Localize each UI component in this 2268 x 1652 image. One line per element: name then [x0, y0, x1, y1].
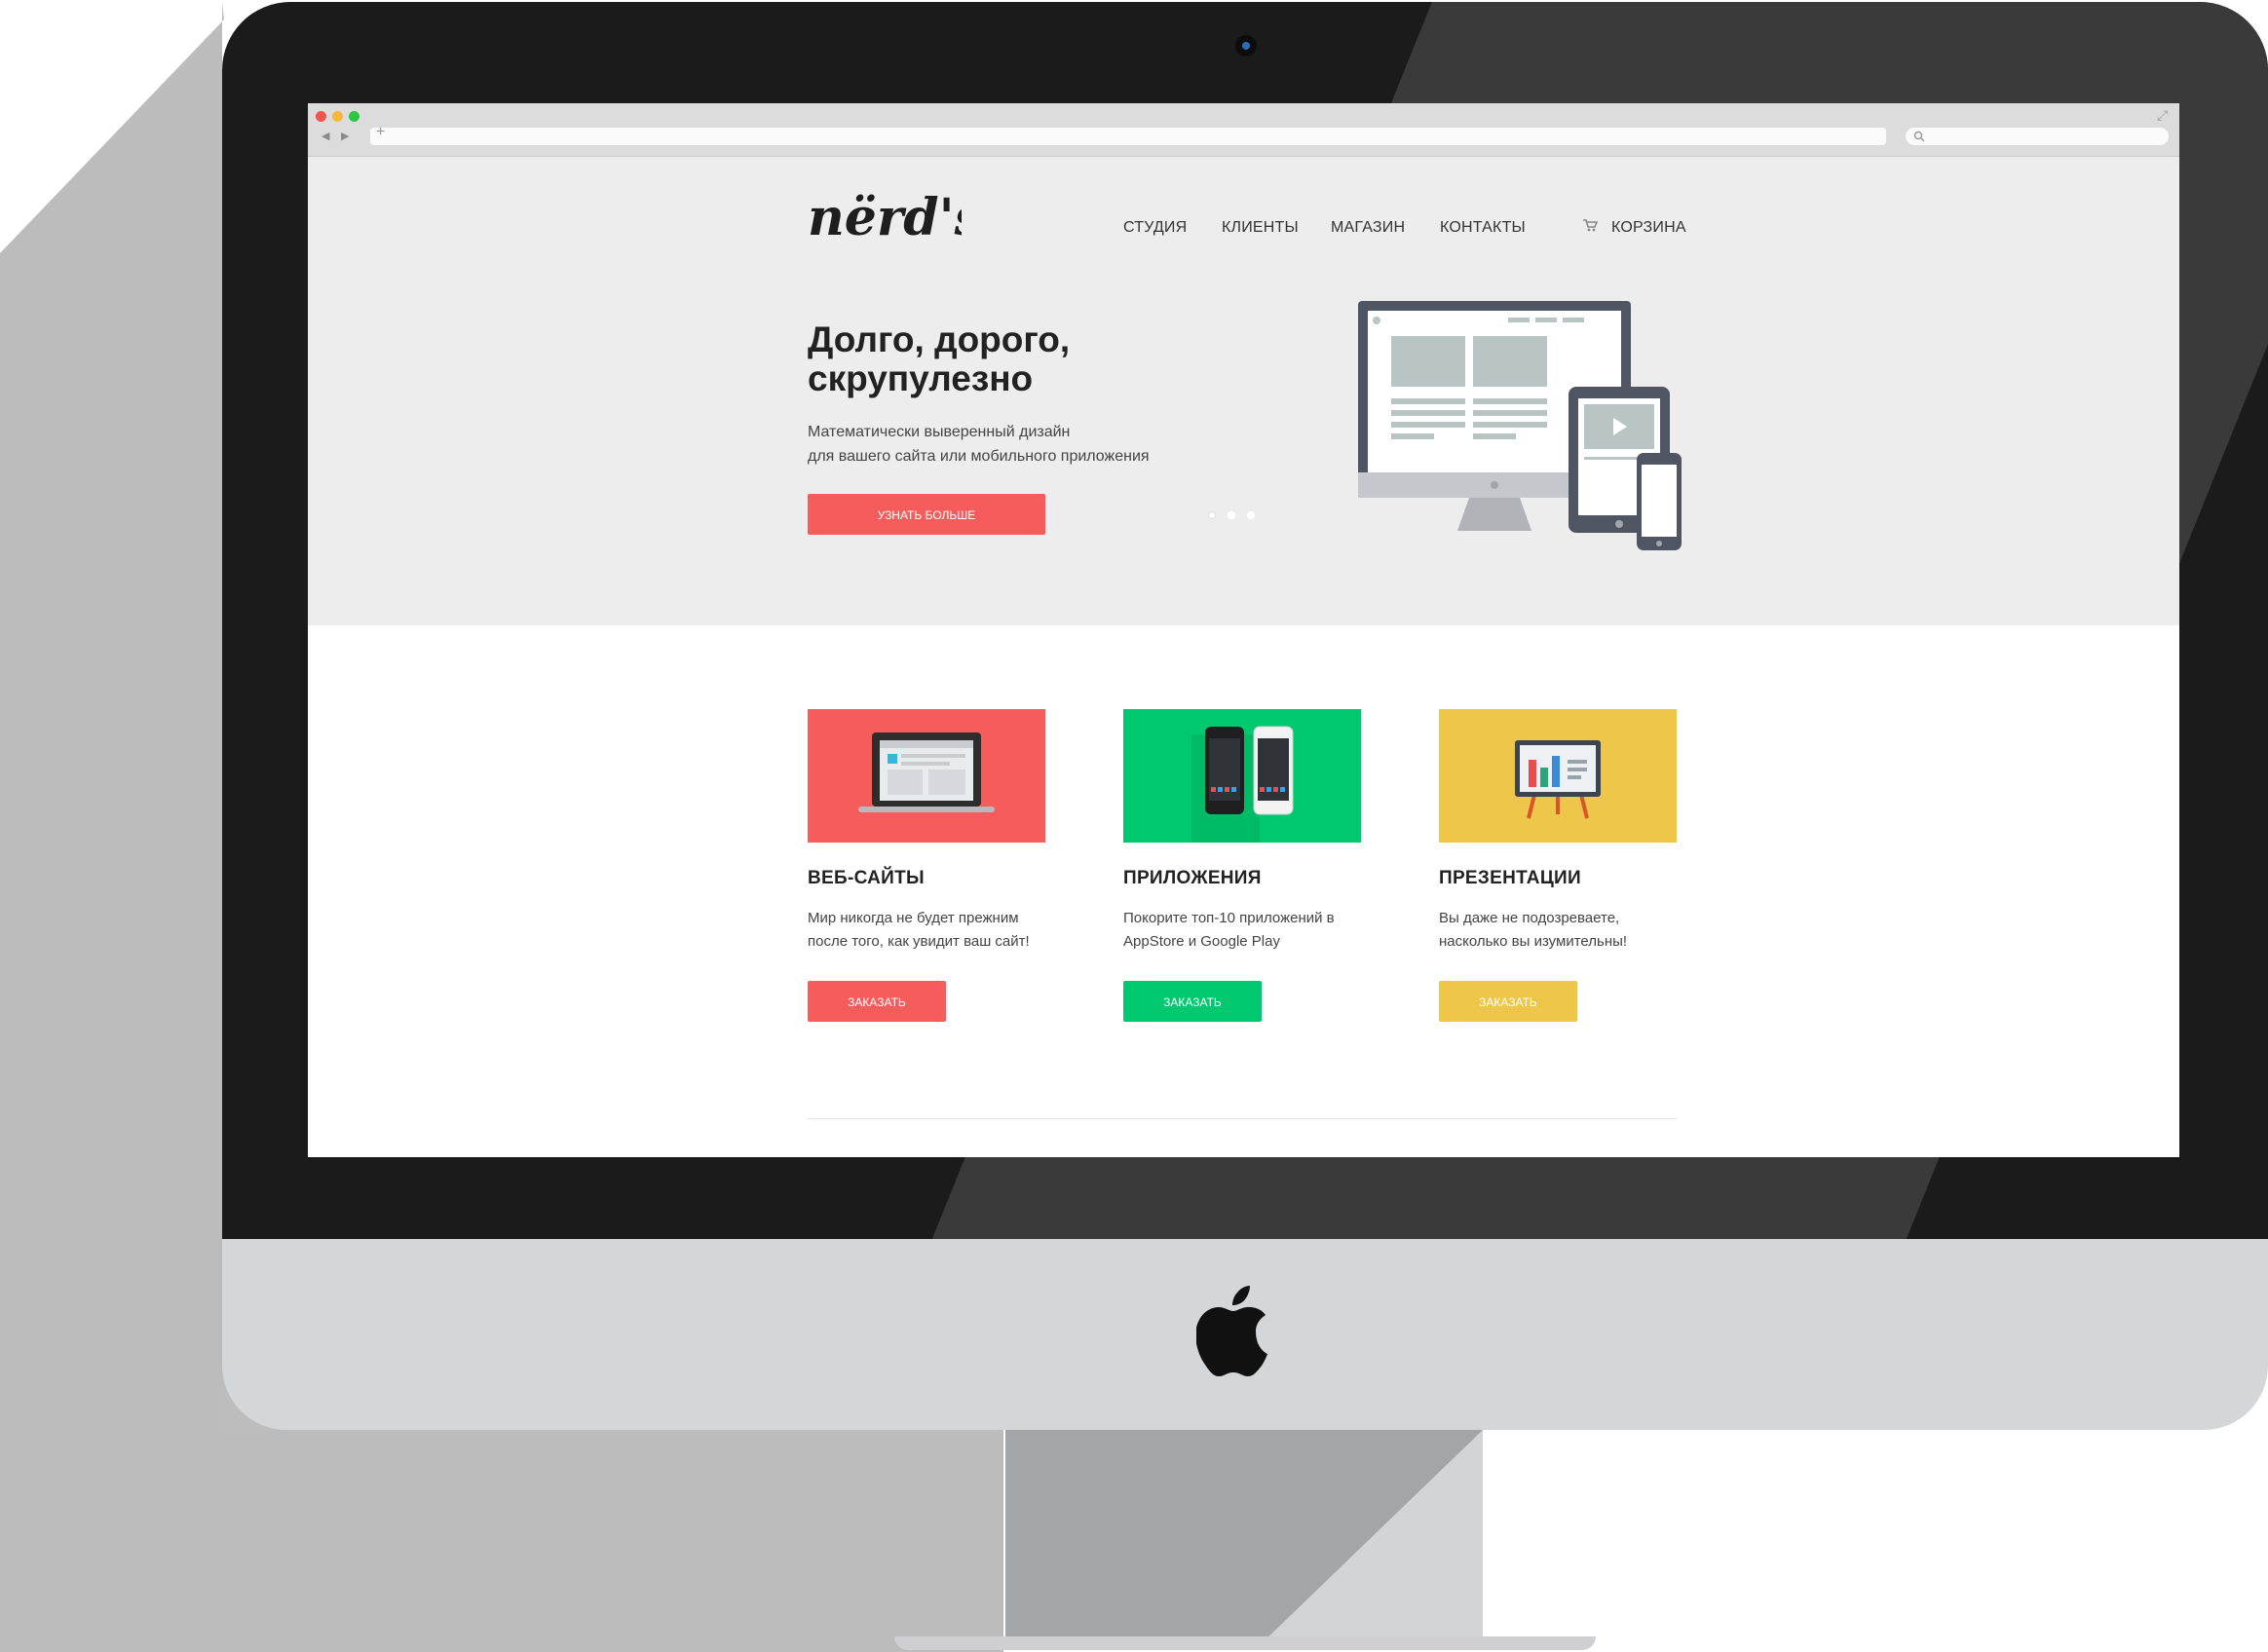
nav-item-shop[interactable]: МАГАЗИН [1331, 219, 1405, 237]
browser-search-input[interactable] [1906, 128, 2169, 145]
apple-logo-icon [1196, 1286, 1267, 1376]
service-card-apps: ПРИЛОЖЕНИЯ Покорите топ-10 приложений в … [1123, 709, 1361, 1022]
service-image [808, 709, 1045, 843]
fullscreen-icon[interactable]: ⤢ [2157, 107, 2168, 124]
hero-section: nërd's СТУДИЯ КЛИЕНТЫ МАГАЗИН КОНТАКТЫ К… [308, 157, 2179, 625]
hero-title: Долго, дорого, скрупулезно [808, 320, 1314, 398]
service-description: Вы даже не подозреваете, насколько вы из… [1439, 907, 1677, 954]
hero-title-line: Долго, дорого, [808, 319, 1071, 359]
cart-icon[interactable] [1582, 217, 1598, 233]
stand-foot [894, 1636, 1596, 1650]
maximize-window-button[interactable] [349, 111, 359, 122]
logo[interactable]: nërd's [806, 184, 962, 244]
learn-more-button[interactable]: УЗНАТЬ БОЛЬШЕ [808, 494, 1045, 535]
section-divider [808, 1118, 1677, 1119]
service-description-line: AppStore и Google Play [1123, 933, 1280, 950]
search-icon [1913, 131, 1925, 142]
smartphones-icon [1191, 726, 1294, 843]
laptop-icon [858, 732, 995, 812]
nav-item-cart[interactable]: КОРЗИНА [1611, 219, 1686, 237]
service-description-line: Мир никогда не будет прежним [808, 910, 1019, 926]
back-arrow-icon[interactable]: ◀ [321, 130, 329, 142]
service-description-line: после того, как увидит ваш сайт! [808, 933, 1030, 950]
nav-item-contacts[interactable]: КОНТАКТЫ [1440, 219, 1526, 237]
slider-dot-active[interactable] [1208, 511, 1216, 519]
nav-item-clients[interactable]: КЛИЕНТЫ [1222, 219, 1299, 237]
presentation-board-icon [1515, 740, 1601, 819]
service-description-line: Вы даже не подозреваете, [1439, 910, 1620, 926]
service-description: Покорите топ-10 приложений в AppStore и … [1123, 907, 1361, 954]
service-card-websites: ВЕБ-САЙТЫ Мир никогда не будет прежним п… [808, 709, 1045, 1022]
nav-item-studio[interactable]: СТУДИЯ [1123, 219, 1187, 237]
browser-toolbar: ◀ ▶ + ⤢ [308, 103, 2179, 157]
service-title: ПРЕЗЕНТАЦИИ [1439, 868, 1581, 888]
order-apps-button[interactable]: ЗАКАЗАТЬ [1123, 981, 1262, 1022]
hero-subtitle: Математически выверенный дизайн для ваше… [808, 420, 1314, 469]
service-title: ПРИЛОЖЕНИЯ [1123, 868, 1262, 888]
hero-title-line: скрупулезно [808, 358, 1034, 398]
order-presentations-button[interactable]: ЗАКАЗАТЬ [1439, 981, 1577, 1022]
screen: ◀ ▶ + ⤢ nërd's СТУДИЯ КЛИЕНТЫ МАГАЗИН КО… [308, 103, 2179, 1157]
monitor-stand [1005, 1430, 1483, 1646]
service-description: Мир никогда не будет прежним после того,… [808, 907, 1045, 954]
service-card-presentations: ПРЕЗЕНТАЦИИ Вы даже не подозреваете, нас… [1439, 709, 1677, 1022]
close-window-button[interactable] [316, 111, 326, 122]
service-title: ВЕБ-САЙТЫ [808, 868, 925, 888]
service-image [1123, 709, 1361, 843]
plus-icon[interactable]: + [376, 124, 385, 141]
service-image [1439, 709, 1677, 843]
forward-arrow-icon[interactable]: ▶ [341, 130, 349, 142]
slider-dot[interactable] [1228, 511, 1235, 519]
hero-subtitle-line: для вашего сайта или мобильного приложен… [808, 448, 1150, 465]
service-description-line: Покорите топ-10 приложений в [1123, 910, 1335, 926]
order-websites-button[interactable]: ЗАКАЗАТЬ [808, 981, 946, 1022]
hero-subtitle-line: Математически выверенный дизайн [808, 424, 1071, 440]
svg-text:nërd's: nërd's [808, 188, 962, 244]
slider-dot[interactable] [1247, 511, 1255, 519]
minimize-window-button[interactable] [332, 111, 343, 122]
service-description-line: насколько вы изумительны! [1439, 933, 1628, 950]
camera-icon [1235, 35, 1257, 56]
devices-illustration [1358, 301, 1682, 550]
address-bar[interactable] [370, 128, 1886, 145]
